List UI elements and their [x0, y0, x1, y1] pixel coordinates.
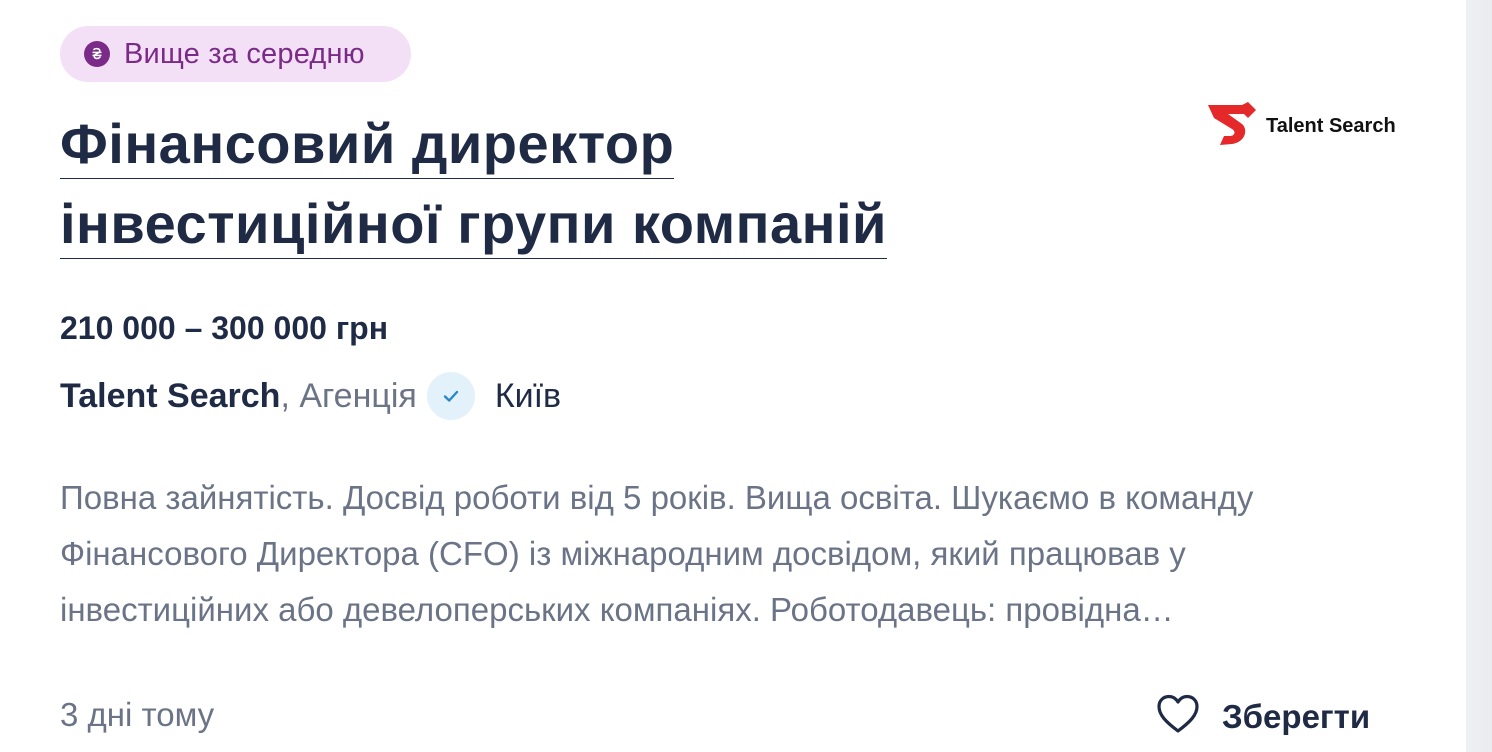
- page-edge: [1466, 0, 1492, 752]
- company-name[interactable]: Talent Search: [60, 377, 280, 416]
- hryvnia-icon: [84, 41, 110, 67]
- company-info: Talent Search , Агенція Київ: [60, 372, 561, 420]
- company-logo[interactable]: Talent Search: [1206, 102, 1396, 151]
- logo-text: Talent Search: [1266, 115, 1396, 137]
- salary: 210 000 – 300 000 грн: [60, 310, 389, 346]
- talent-search-logo-icon: [1206, 102, 1258, 151]
- job-title: Фінансовий директор інвестиційної групи …: [60, 104, 1060, 264]
- save-button[interactable]: Зберегти: [1156, 694, 1370, 739]
- verified-check-icon: [426, 372, 475, 420]
- badge-label: Вище за середню: [124, 37, 365, 70]
- vacancy-card: Вище за середню Фінансовий директор інве…: [0, 0, 1466, 752]
- job-title-line-2[interactable]: інвестиційної групи компаній: [60, 192, 887, 259]
- job-title-line-1[interactable]: Фінансовий директор: [60, 112, 675, 179]
- job-description: Повна зайнятість. Досвід роботи від 5 ро…: [60, 479, 1254, 628]
- posted-date: 3 дні тому: [60, 696, 215, 733]
- save-label: Зберегти: [1222, 697, 1371, 735]
- salary-badge: Вище за середню: [60, 26, 411, 82]
- company-type: , Агенція: [280, 376, 417, 415]
- heart-icon: [1156, 694, 1200, 739]
- city: Київ: [494, 376, 562, 415]
